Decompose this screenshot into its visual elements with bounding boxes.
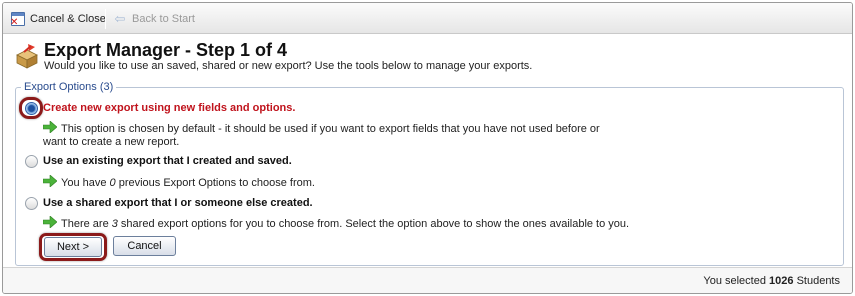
- selected-student-count: 1026: [769, 275, 794, 287]
- toolbar-separator: [105, 9, 106, 29]
- cancel-close-icon: ✕: [10, 12, 25, 28]
- back-arrow-icon: ⇦: [114, 11, 126, 26]
- green-arrow-icon: [43, 175, 57, 187]
- toolbar: ✕ Cancel & Close ⇦ Back to Start: [3, 3, 852, 34]
- back-to-start-button[interactable]: ⇦ Back to Start: [113, 10, 195, 28]
- desc-text: shared export options for you to choose …: [117, 218, 630, 230]
- option-use-existing-label[interactable]: Use an existing export that I created an…: [43, 155, 292, 167]
- radio-use-existing-export[interactable]: [25, 155, 38, 168]
- selected-students-text: You selected 1026 Students: [703, 275, 840, 287]
- option-use-shared-description: There are 3 shared export options for yo…: [61, 218, 629, 231]
- option-create-new-label[interactable]: Create new export using new fields and o…: [43, 102, 295, 114]
- back-to-start-label: Back to Start: [132, 13, 195, 25]
- desc-text: You have: [61, 177, 110, 189]
- page-title: Export Manager - Step 1 of 4: [44, 40, 288, 60]
- option-use-shared-label[interactable]: Use a shared export that I or someone el…: [43, 197, 313, 209]
- export-box-icon: [16, 44, 38, 69]
- footer-prefix: You selected: [703, 275, 770, 287]
- status-footer: You selected 1026 Students: [3, 267, 852, 293]
- radio-create-new-export[interactable]: [25, 102, 38, 115]
- page-subtitle: Would you like to use an saved, shared o…: [44, 60, 533, 72]
- desc-text: previous Export Options to choose from.: [115, 177, 315, 189]
- desc-text: There are: [61, 218, 112, 230]
- cancel-close-button[interactable]: ✕ Cancel & Close: [10, 10, 106, 28]
- cancel-close-label: Cancel & Close: [30, 13, 106, 25]
- option-use-existing-description: You have 0 previous Export Options to ch…: [61, 177, 315, 190]
- green-arrow-icon: [43, 216, 57, 228]
- radio-use-shared-export[interactable]: [25, 197, 38, 210]
- option-create-new-description: This option is chosen by default - it sh…: [43, 123, 600, 148]
- next-button[interactable]: Next >: [44, 237, 102, 257]
- export-options-legend: Export Options (3): [21, 81, 117, 93]
- footer-suffix: Students: [793, 275, 840, 287]
- cancel-button[interactable]: Cancel: [113, 236, 176, 256]
- export-manager-window: ✕ Cancel & Close ⇦ Back to Start Export …: [2, 2, 853, 294]
